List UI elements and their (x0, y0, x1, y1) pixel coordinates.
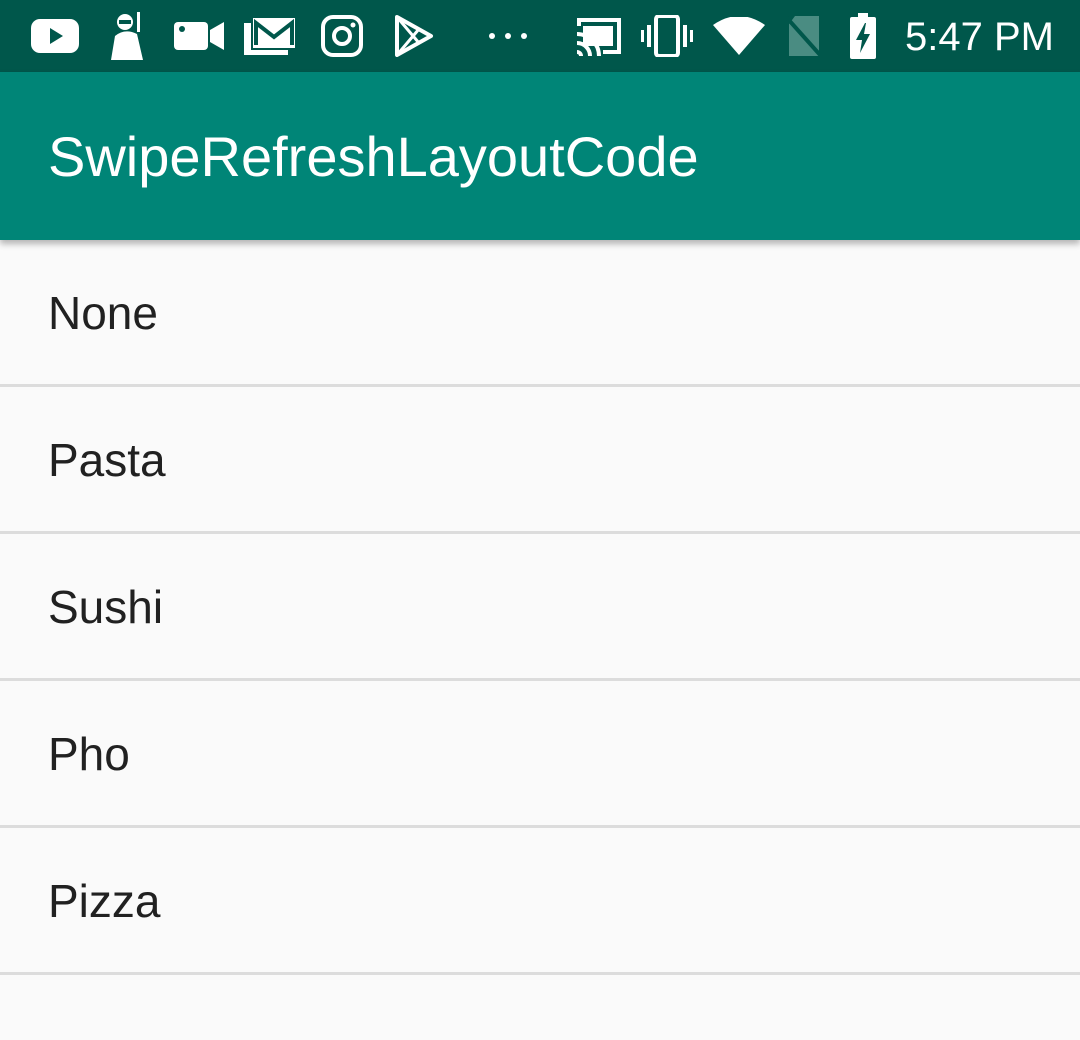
instagram-icon (320, 14, 364, 58)
battery-charging-icon (846, 13, 880, 59)
no-sim-icon (784, 14, 824, 58)
youtube-icon (30, 14, 80, 58)
cast-icon (574, 14, 624, 58)
vibrate-icon (640, 14, 694, 58)
app-title: SwipeRefreshLayoutCode (48, 125, 699, 188)
list-item-pasta[interactable]: Pasta (0, 387, 1080, 534)
more-notifications-icon (486, 14, 530, 58)
list-item-label: Sushi (48, 581, 164, 633)
play-store-icon (392, 14, 436, 58)
food-list[interactable]: None Pasta Sushi Pho Pizza (0, 240, 1080, 1040)
gmail-icon (244, 14, 296, 58)
list-item-label: Pizza (48, 875, 161, 927)
app-bar: SwipeRefreshLayoutCode (0, 72, 1080, 240)
list-item-none[interactable]: None (0, 240, 1080, 387)
list-item-pho[interactable]: Pho (0, 681, 1080, 828)
status-time: 5:47 PM (905, 15, 1054, 59)
pubg-icon (102, 12, 152, 60)
list-item-label: None (48, 287, 158, 339)
wifi-icon (712, 14, 766, 58)
list-item-sushi[interactable]: Sushi (0, 534, 1080, 681)
list-item-label: Pho (48, 728, 130, 780)
list-item-pizza[interactable]: Pizza (0, 828, 1080, 975)
status-bar: 5:47 PM (0, 0, 1080, 72)
video-camera-icon (174, 14, 224, 58)
list-item-label: Pasta (48, 434, 166, 486)
